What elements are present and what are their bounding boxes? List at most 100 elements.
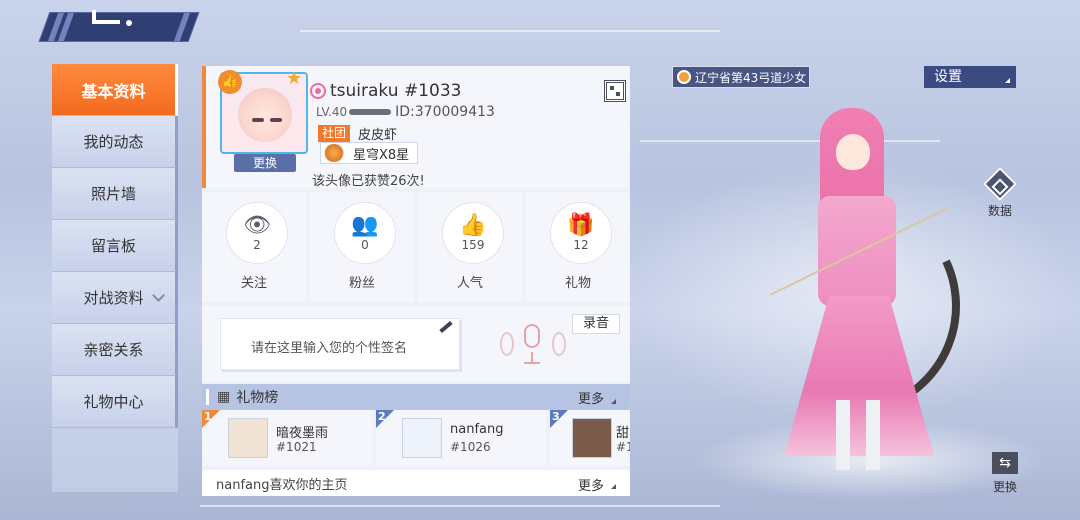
star-icon: ★ — [286, 68, 303, 89]
signature-area: 请在这里输入您的个性签名 录音 — [202, 306, 630, 382]
gift-ranking-list: 1 暗夜墨雨 #1021 2 nanfang #1026 3 甜 #1 — [202, 410, 630, 466]
sidebar-item-photo-wall[interactable]: 照片墙 — [52, 168, 178, 220]
stat-circle: 👁 2 — [226, 202, 288, 264]
stat-circle: 👥 0 — [334, 202, 396, 264]
list-item[interactable]: 1 暗夜墨雨 #1021 — [202, 410, 372, 466]
signature-input[interactable]: 请在这里输入您的个性签名 — [220, 318, 460, 370]
club-name[interactable]: 皮皮虾 — [358, 124, 397, 143]
data-diamond-icon — [983, 167, 1017, 201]
mic-base — [524, 362, 540, 364]
settings-label: 设置 — [934, 69, 962, 85]
avatar — [228, 418, 268, 458]
location-icon — [677, 70, 691, 84]
fans-icon: 👥 — [351, 213, 379, 238]
thumbs-up-icon: 👍 — [459, 213, 487, 238]
sidebar-item-relationships[interactable]: 亲密关系 — [52, 324, 178, 376]
player-name: tsuiraku #1033 — [330, 81, 461, 101]
club-tag: 社团 — [318, 125, 351, 142]
sidebar-item-label: 亲密关系 — [83, 341, 144, 359]
gift-user-id: #1021 — [276, 440, 317, 454]
eye-icon: 👁 — [243, 213, 271, 238]
stat-fans[interactable]: 👥 0 粉丝 — [310, 192, 414, 302]
location-badge[interactable]: 辽宁省第43弓道少女 — [672, 66, 810, 88]
settings-button[interactable]: 设置 — [924, 66, 1016, 88]
stat-circle: 👍 159 — [442, 202, 504, 264]
sidebar-item-my-feed[interactable]: 我的动态 — [52, 116, 178, 168]
gender-female-icon — [310, 83, 326, 99]
gift-user-id: #1 — [616, 440, 630, 454]
visitor-like-row: nanfang喜欢你的主页 更多 — [202, 470, 630, 496]
back-button[interactable] — [38, 12, 200, 42]
gift-user-name: nanfang — [450, 422, 504, 437]
gift-user-name: 暗夜墨雨 — [276, 426, 329, 441]
avatar-face — [238, 88, 292, 142]
sidebar-item-basic-info[interactable]: 基本资料 — [52, 64, 178, 116]
gift-user-id: #1026 — [450, 440, 491, 454]
stat-popularity[interactable]: 👍 159 人气 — [418, 192, 522, 302]
thumbs-up-badge-icon: 👍 — [218, 70, 242, 94]
mic-wave — [500, 332, 514, 356]
stat-value: 0 — [361, 238, 369, 252]
avatar-likes-text: 该头像已获赞26次! — [312, 174, 425, 189]
sidebar-item-label: 礼物中心 — [83, 393, 144, 411]
character-leg — [836, 400, 850, 470]
player-name-text: tsuiraku — [330, 81, 399, 101]
avatar-eye — [270, 118, 282, 122]
level-progress-bar — [349, 109, 392, 115]
level-row: LV.40 ID:370009413 — [316, 104, 495, 120]
sidebar-item-gift-center[interactable]: 礼物中心 — [52, 376, 178, 428]
sidebar-item-label: 基本资料 — [81, 81, 146, 101]
record-button[interactable]: 录音 — [572, 314, 620, 334]
gift-ranking-icon: ▦ — [217, 389, 231, 405]
more-triangle-icon — [611, 399, 616, 404]
header-bar — [206, 389, 209, 405]
stats-row: 👁 2 关注 👥 0 粉丝 👍 159 人气 🎁 12 礼物 — [202, 192, 630, 302]
rank-emblem-icon — [323, 144, 345, 162]
list-item[interactable]: 3 甜 #1 — [550, 410, 630, 466]
profile-card: 👍 ★ 更换 tsuiraku #1033 LV.40 ID:370009413… — [202, 66, 630, 189]
stat-label: 关注 — [240, 276, 267, 291]
sidebar-item-label: 照片墙 — [90, 185, 136, 203]
sidebar-item-label: 留言板 — [90, 237, 136, 255]
mic-wave — [552, 332, 566, 356]
background-streak — [200, 505, 720, 507]
sidebar-item-message-board[interactable]: 留言板 — [52, 220, 178, 272]
gift-icon: 🎁 — [567, 213, 595, 238]
list-item[interactable]: 2 nanfang #1026 — [376, 410, 546, 466]
dropdown-triangle-icon — [1005, 78, 1010, 83]
back-dot-icon — [126, 20, 132, 26]
sidebar-item-battle-data[interactable]: 对战资料 — [52, 272, 178, 324]
avatar — [572, 418, 612, 458]
gift-more-button[interactable]: 更多 — [578, 388, 604, 407]
visitor-more-button[interactable]: 更多 — [578, 475, 604, 494]
rank-badge: 星穹X8星 — [320, 142, 419, 164]
signature-placeholder: 请在这里输入您的个性签名 — [251, 341, 408, 356]
stat-following[interactable]: 👁 2 关注 — [202, 192, 306, 302]
character-leg — [866, 400, 880, 470]
avatar-eye — [252, 118, 264, 122]
data-label: 数据 — [987, 204, 1012, 218]
mic-stand — [531, 352, 533, 362]
profile-panel: 👍 ★ 更换 tsuiraku #1033 LV.40 ID:370009413… — [202, 66, 630, 496]
microphone-icon[interactable] — [498, 322, 568, 374]
qr-code-icon[interactable] — [604, 80, 626, 102]
data-button[interactable]: 数据 — [983, 167, 1017, 222]
player-id: ID:370009413 — [395, 104, 495, 120]
sidebar-item-label: 我的动态 — [83, 133, 144, 151]
change-avatar-button[interactable]: 更换 — [234, 154, 296, 172]
swap-outfit-button[interactable]: ⇆ 更换 — [988, 452, 1022, 496]
stat-gifts[interactable]: 🎁 12 礼物 — [526, 192, 630, 302]
rank-number: 2 — [378, 410, 386, 423]
stat-label: 礼物 — [564, 276, 591, 291]
pen-icon[interactable] — [439, 320, 453, 334]
character-model[interactable] — [709, 100, 991, 490]
chevron-down-icon — [152, 289, 165, 302]
level-text: LV.40 — [316, 105, 348, 119]
stat-value: 12 — [573, 238, 589, 252]
stat-label: 人气 — [456, 276, 483, 291]
rank-text: 星穹X8星 — [353, 147, 410, 163]
sidebar: 基本资料 我的动态 照片墙 留言板 对战资料 亲密关系 礼物中心 — [52, 64, 178, 492]
stat-value: 159 — [461, 238, 485, 252]
stat-value: 2 — [253, 238, 261, 252]
avatar — [402, 418, 442, 458]
